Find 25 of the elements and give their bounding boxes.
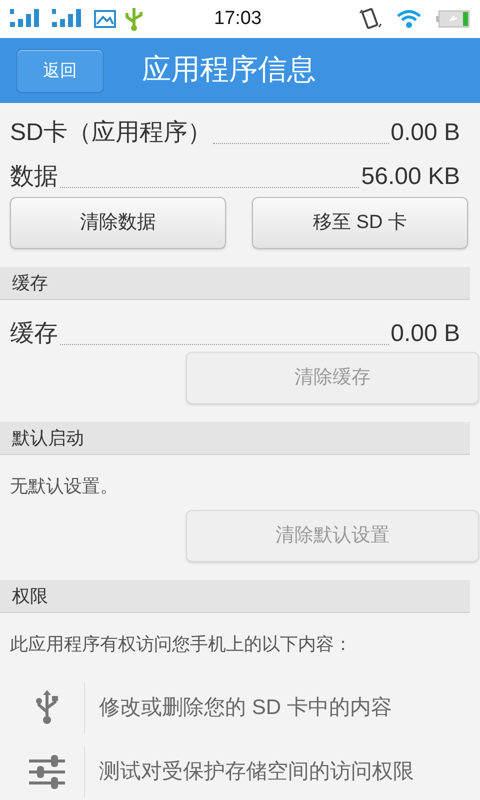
row-label: 数据 — [10, 162, 58, 192]
vibrate-icon — [358, 7, 382, 31]
usb-icon — [124, 6, 144, 32]
permission-text: 修改或删除您的 SD 卡中的内容 — [99, 695, 392, 722]
section-note: 无默认设置。 — [10, 476, 118, 496]
screen-title: 应用程序信息 — [142, 52, 316, 88]
usb-icon — [35, 690, 59, 726]
permission-text: 测试对受保护存储空间的访问权限 — [99, 759, 414, 786]
section-title: 缓存 — [12, 272, 48, 294]
action-button[interactable]: 移至 SD 卡 — [252, 197, 468, 249]
row-value: 0.00 B — [390, 118, 460, 148]
row-label: 缓存 — [10, 319, 58, 349]
wifi-icon — [396, 9, 422, 29]
sliders-icon — [27, 754, 67, 790]
status-time: 17:03 — [214, 6, 262, 31]
row-value: 0.00 B — [390, 319, 460, 349]
action-button[interactable]: 清除数据 — [10, 197, 226, 249]
section-note: 此应用程序有权访问您手机上的以下内容： — [10, 634, 352, 654]
section-title: 权限 — [12, 584, 48, 608]
section-title: 默认启动 — [12, 426, 84, 450]
image-icon — [94, 10, 116, 28]
row-value: 56.00 KB — [361, 162, 460, 192]
row-label: SD卡（应用程序） — [10, 118, 212, 148]
battery-icon — [436, 10, 470, 28]
back-button[interactable]: 返回 — [16, 48, 104, 92]
